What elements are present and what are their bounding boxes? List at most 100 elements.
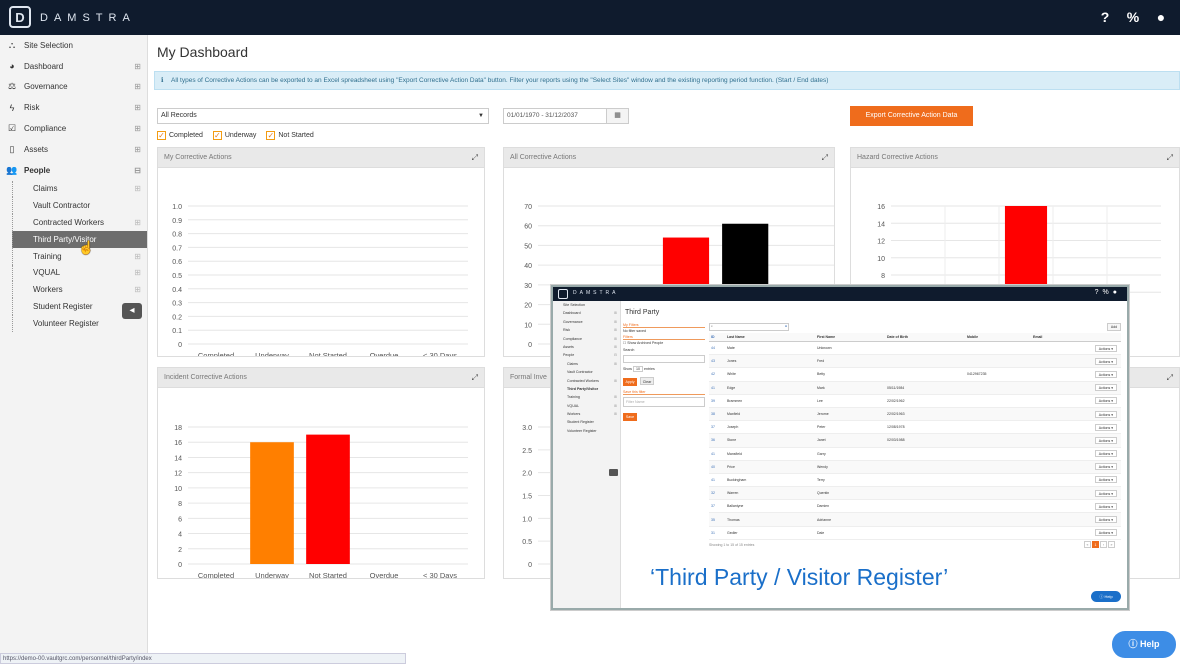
expand-toggle-icon[interactable]: ⊞ [134, 184, 141, 193]
cell-id[interactable]: 41 [709, 386, 727, 390]
cell-id[interactable]: 38 [709, 412, 727, 416]
table-row[interactable]: 41 Edge Mark 05/11/1984 Actions ▾ [709, 381, 1121, 395]
actions-dropdown[interactable]: Actions ▾ [1094, 423, 1117, 431]
table-row[interactable]: 37 Ballantyne Damien Actions ▾ [709, 500, 1121, 514]
bar-underway[interactable] [250, 442, 294, 564]
sitemap-icon[interactable]: % [1124, 9, 1142, 25]
expand-toggle-icon[interactable]: ⊞ [134, 145, 141, 154]
sidebar-item-governance[interactable]: ⚖ Governance ⊞ [0, 77, 147, 98]
expand-toggle-icon[interactable]: ⊞ [134, 103, 141, 112]
table-row[interactable]: 44 Mate Unknown Actions ▾ [709, 342, 1121, 356]
show-archived-checkbox[interactable]: ☐ Show Archived People [623, 340, 705, 347]
expand-toggle-icon[interactable]: ⊞ [134, 268, 141, 277]
actions-dropdown[interactable]: Actions ▾ [1094, 370, 1117, 378]
actions-dropdown[interactable]: Actions ▾ [1094, 502, 1117, 510]
sidebar-collapse-button[interactable]: ◂ [122, 303, 142, 319]
expand-icon[interactable]: ⤢ [822, 148, 828, 168]
user-icon[interactable]: ● [1152, 9, 1170, 25]
expand-toggle-icon[interactable]: ⊞ [134, 124, 141, 133]
expand-toggle-icon[interactable]: ⊞ [134, 82, 141, 91]
column-header[interactable]: Mobile [967, 335, 1033, 339]
actions-dropdown[interactable]: Actions ▾ [1094, 436, 1117, 444]
sidebar-item-compliance[interactable]: ☑ Compliance ⊞ [0, 118, 147, 139]
save-button[interactable]: Save [623, 413, 637, 421]
pager-page-1[interactable]: 1 [1092, 540, 1099, 548]
table-row[interactable]: 43 Jones Fred Actions ▾ [709, 355, 1121, 369]
table-row[interactable]: 41 Mansfield Garry Actions ▾ [709, 448, 1121, 461]
actions-dropdown[interactable]: Actions ▾ [1094, 476, 1117, 484]
cell-id[interactable]: 37 [709, 504, 727, 508]
help-icon[interactable]: ? [1096, 9, 1114, 25]
cell-id[interactable]: 42 [709, 372, 727, 376]
cell-id[interactable]: 41 [709, 452, 727, 456]
sidebar-subitem-vqual[interactable]: VQUAL ⊞ [12, 264, 147, 282]
expand-toggle-icon[interactable]: ⊞ [134, 62, 141, 71]
expand-toggle-icon[interactable]: ⊟ [134, 166, 141, 175]
table-row[interactable]: 39 Brammen Lee 22/02/1962 Actions ▾ [709, 395, 1121, 408]
clear-button[interactable]: Clear [640, 377, 654, 385]
actions-dropdown[interactable]: Actions ▾ [1094, 516, 1117, 524]
calendar-icon[interactable]: ▦ [606, 109, 628, 123]
sidebar-item-site-selection[interactable]: ⛬ Site Selection [0, 35, 147, 56]
table-row[interactable]: 36 Stone Janet 02/03/1988 Actions ▾ [709, 434, 1121, 448]
filter-name-input[interactable]: Filter Name [623, 397, 705, 407]
table-row[interactable]: 40 Price Wendy Actions ▾ [709, 460, 1121, 474]
cell-id[interactable]: 41 [709, 478, 727, 482]
table-search-input[interactable]: ⌕ ● [709, 323, 789, 331]
table-row[interactable]: 32 Warren Quentin Actions ▾ [709, 487, 1121, 501]
cell-id[interactable]: 43 [709, 359, 727, 363]
actions-dropdown[interactable]: Actions ▾ [1094, 357, 1117, 365]
expand-toggle-icon[interactable]: ⊞ [134, 285, 141, 294]
pager-prev[interactable]: « [1084, 540, 1091, 548]
expand-icon[interactable]: ⤢ [1167, 148, 1173, 168]
sidebar-subitem-claims[interactable]: Claims ⊞ [12, 180, 147, 198]
actions-dropdown[interactable]: Actions ▾ [1094, 489, 1117, 497]
records-select[interactable]: All Records ▼ [157, 108, 489, 124]
table-row[interactable]: 38 Maxfield Jerome 22/02/1963 Actions ▾ [709, 407, 1121, 422]
expand-icon[interactable]: ⤢ [472, 148, 478, 168]
cell-id[interactable]: 32 [709, 491, 727, 495]
apply-button[interactable]: Apply [623, 378, 637, 386]
cell-id[interactable]: 36 [709, 438, 727, 442]
actions-dropdown[interactable]: Actions ▾ [1094, 450, 1117, 458]
table-row[interactable]: 41 Buckingham Terry Actions ▾ [709, 474, 1121, 488]
entries-select[interactable]: 10 [633, 366, 643, 372]
table-row[interactable]: 37 Joseph Peter 12/08/1978 Actions ▾ [709, 421, 1121, 435]
sidebar-item-risk[interactable]: ϟ Risk ⊞ [0, 97, 147, 118]
checkbox-completed[interactable]: ✓ Completed [157, 131, 203, 140]
column-header[interactable]: Email [1033, 335, 1083, 339]
pager-page-2[interactable]: › [1100, 540, 1107, 548]
expand-icon[interactable]: ⤢ [1167, 368, 1173, 388]
pager-next[interactable]: » [1108, 540, 1115, 548]
expand-toggle-icon[interactable]: ⊞ [134, 218, 141, 227]
checkbox-not-started[interactable]: ✓ Not Started [266, 131, 314, 140]
sidebar-item-dashboard[interactable]: ◕ Dashboard ⊞ [0, 56, 147, 77]
cell-id[interactable]: 44 [709, 346, 727, 350]
actions-dropdown[interactable]: Actions ▾ [1094, 397, 1117, 405]
sidebar-subitem-workers[interactable]: Workers ⊞ [12, 281, 147, 299]
actions-dropdown[interactable]: Actions ▾ [1094, 410, 1117, 418]
damstra-logo-icon[interactable]: D [9, 6, 31, 28]
add-button[interactable]: Add [1107, 323, 1121, 331]
column-header[interactable]: ID [709, 335, 727, 339]
column-header[interactable]: Date of Birth [887, 335, 967, 339]
help-button[interactable]: ⓘ Help [1112, 631, 1176, 658]
actions-dropdown[interactable]: Actions ▾ [1094, 384, 1117, 392]
table-row[interactable]: 42 White Betty 0412967235 Actions ▾ [709, 368, 1121, 382]
search-input[interactable] [623, 355, 705, 363]
column-header[interactable]: Last Name [727, 335, 817, 339]
table-row[interactable]: 35 Thomas Adrianne Actions ▾ [709, 513, 1121, 527]
cell-id[interactable]: 39 [709, 399, 727, 403]
bar-not-started[interactable] [306, 434, 350, 564]
expand-toggle-icon[interactable]: ⊞ [134, 252, 141, 261]
actions-dropdown[interactable]: Actions ▾ [1094, 344, 1117, 352]
date-range-input[interactable]: 01/01/1970 - 31/12/2037 ▦ [503, 108, 629, 124]
actions-dropdown[interactable]: Actions ▾ [1094, 529, 1117, 537]
cell-id[interactable]: 37 [709, 425, 727, 429]
expand-icon[interactable]: ⤢ [472, 368, 478, 388]
sidebar-item-people[interactable]: 👥 People ⊟ [0, 160, 147, 181]
cell-id[interactable]: 40 [709, 465, 727, 469]
cell-id[interactable]: 31 [709, 531, 727, 535]
column-header[interactable]: First Name [817, 335, 887, 339]
table-row[interactable]: 31 Gedler Dale Actions ▾ [709, 527, 1121, 540]
